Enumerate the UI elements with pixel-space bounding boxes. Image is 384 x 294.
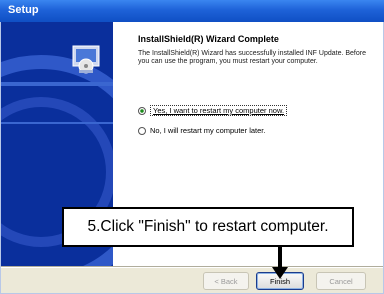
option-restart-later[interactable]: No, I will restart my computer later. — [138, 126, 266, 136]
monitor-cd-icon-svg — [72, 45, 100, 74]
wizard-body-text: The InstallShield(R) Wizard has successf… — [138, 50, 366, 65]
title-bar[interactable]: Setup — [0, 0, 384, 22]
cancel-button[interactable]: Cancel — [316, 272, 366, 290]
wizard-heading: InstallShield(R) Wizard Complete — [138, 34, 279, 44]
instruction-text: 5.Click "Finish" to restart computer. — [87, 218, 329, 235]
option-restart-now[interactable]: Yes, I want to restart my computer now. — [138, 105, 288, 116]
pointer-arrow-shaft — [278, 247, 282, 269]
window-title: Setup — [8, 4, 39, 16]
pointer-arrow-icon — [272, 267, 288, 279]
radio-unselected-icon[interactable] — [138, 127, 146, 136]
option-restart-now-label: Yes, I want to restart my computer now. — [150, 105, 288, 116]
monitor-cd-icon — [71, 44, 101, 74]
radio-selected-icon[interactable] — [138, 107, 146, 116]
instruction-callout: 5.Click "Finish" to restart computer. — [62, 207, 354, 247]
button-separator — [1, 266, 383, 268]
option-restart-later-label: No, I will restart my computer later. — [150, 126, 266, 135]
back-button[interactable]: < Back — [203, 272, 249, 290]
